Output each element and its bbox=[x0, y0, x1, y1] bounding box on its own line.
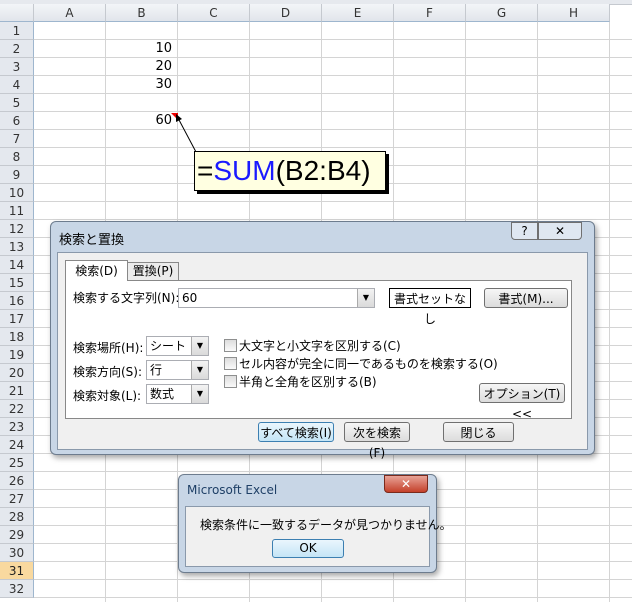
search-select[interactable]: 行 ▼ bbox=[146, 360, 209, 380]
find-replace-dialog: 検索と置換 ? ✕ 検索(D) 置換(P) 検索する文字列(N): 60 ▼ 書式… bbox=[50, 221, 595, 460]
tab-replace[interactable]: 置換(P) bbox=[127, 262, 179, 280]
match-case-label[interactable]: 大文字と小文字を区別する(C) bbox=[239, 337, 401, 354]
lookin-select[interactable]: 数式 ▼ bbox=[146, 384, 209, 404]
chevron-down-icon[interactable]: ▼ bbox=[191, 385, 208, 403]
search-label: 検索方向(S): bbox=[73, 365, 143, 379]
format-button[interactable]: 書式(M)... bbox=[484, 288, 568, 308]
ok-button[interactable]: OK bbox=[272, 539, 344, 558]
tab-find[interactable]: 検索(D) bbox=[65, 260, 128, 281]
options-button[interactable]: オプション(T) << bbox=[479, 383, 565, 421]
within-value: シート bbox=[150, 339, 187, 353]
find-what-input[interactable]: 60 ▼ bbox=[178, 288, 375, 308]
match-byte-checkbox[interactable] bbox=[224, 375, 237, 388]
message-box: Microsoft Excel ✕ 検索条件に一致するデータが見つかりません。 … bbox=[178, 474, 452, 573]
chevron-down-icon[interactable]: ▼ bbox=[191, 337, 208, 355]
close-button[interactable]: ✕ bbox=[538, 222, 582, 240]
find-what-value: 60 bbox=[182, 291, 198, 305]
match-byte-label[interactable]: 半角と全角を区別する(B) bbox=[239, 373, 377, 390]
search-value: 行 bbox=[150, 363, 163, 377]
find-all-button[interactable]: すべて検索(I) bbox=[258, 422, 334, 442]
chevron-down-icon[interactable]: ▼ bbox=[191, 361, 208, 379]
message-body: 検索条件に一致するデータが見つかりません。 OK bbox=[185, 506, 452, 567]
message-text: 検索条件に一致するデータが見つかりません。 bbox=[200, 518, 452, 532]
lookin-value: 数式 bbox=[150, 387, 175, 401]
find-next-button[interactable]: 次を検索(F) bbox=[344, 422, 410, 460]
within-select[interactable]: シート ▼ bbox=[146, 336, 209, 356]
find-what-label: 検索する文字列(N): bbox=[73, 291, 180, 305]
comment-equals: = bbox=[197, 155, 214, 186]
comment-args: (B2:B4) bbox=[275, 155, 371, 186]
comment-function: SUM bbox=[213, 155, 276, 186]
dialog-title: 検索と置換 bbox=[59, 233, 125, 248]
message-close-button[interactable]: ✕ bbox=[384, 475, 428, 493]
dialog-body: 検索(D) 置換(P) 検索する文字列(N): 60 ▼ 書式セットなし 書式(M… bbox=[57, 252, 588, 460]
lookin-label: 検索対象(L): bbox=[73, 389, 142, 403]
format-status: 書式セットなし bbox=[389, 288, 471, 326]
gridline bbox=[34, 597, 632, 598]
match-entire-label[interactable]: セル内容が完全に同一であるものを検索する(O) bbox=[239, 355, 498, 372]
formula-comment: =SUM(B2:B4) bbox=[194, 151, 386, 191]
message-box-title: Microsoft Excel bbox=[187, 483, 278, 497]
within-label: 検索場所(H): bbox=[73, 341, 144, 355]
match-case-checkbox[interactable] bbox=[224, 339, 237, 352]
help-button[interactable]: ? bbox=[511, 222, 538, 240]
close-dialog-button[interactable]: 閉じる bbox=[443, 422, 514, 442]
match-entire-checkbox[interactable] bbox=[224, 357, 237, 370]
chevron-down-icon[interactable]: ▼ bbox=[357, 289, 374, 307]
